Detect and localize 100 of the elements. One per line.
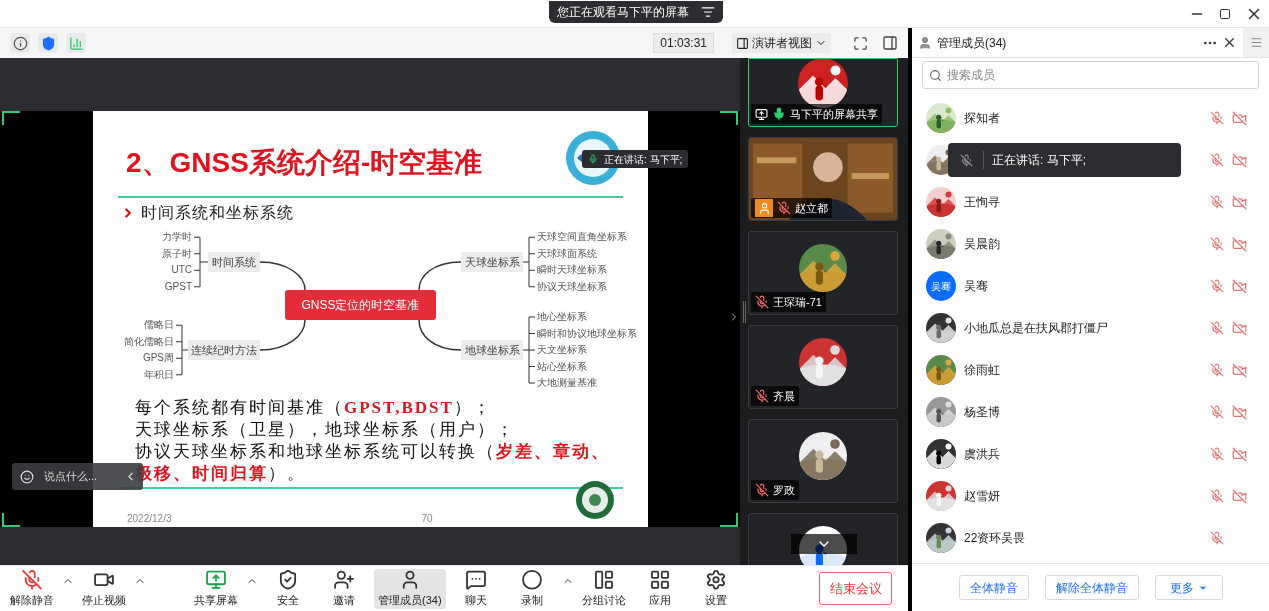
slide-bullet: 时间系统和坐标系统 — [141, 202, 294, 224]
shield-icon — [277, 568, 299, 590]
toolbar-button[interactable]: 邀请 — [318, 568, 370, 609]
slide-number: 70 — [421, 512, 433, 526]
participant-label: 齐晨 — [751, 386, 799, 406]
emoji-icon — [20, 469, 34, 484]
add-user-icon — [333, 568, 355, 590]
end-meeting-button[interactable]: 结束会议 — [819, 572, 892, 605]
maximize-icon[interactable] — [1219, 8, 1231, 20]
search-field[interactable]: 搜索成员 — [922, 61, 1259, 89]
toolbar-button[interactable]: 共享屏幕 — [190, 568, 242, 609]
fullscreen-icon[interactable] — [853, 35, 868, 51]
toolbar-button[interactable]: 分组讨论 — [577, 568, 630, 609]
mind-map-leaf: 简化儒略日 — [124, 335, 174, 348]
mind-map-leaf: 原子时 — [162, 247, 192, 260]
toolbar-button[interactable]: 录制 — [505, 568, 558, 609]
side-panel-icon[interactable] — [882, 35, 898, 51]
mind-map-leaf: GPST — [164, 280, 192, 293]
search-icon — [929, 69, 942, 82]
screen-share-icon — [755, 107, 768, 121]
frame-corner — [2, 111, 20, 125]
info-button[interactable] — [10, 33, 30, 53]
chat-input[interactable]: 说点什么... — [12, 463, 143, 490]
mind-map-leaf: 天球空间直角坐标系 — [537, 231, 627, 244]
panel-title: 管理成员(34) — [937, 34, 1007, 52]
frame-corner — [2, 513, 20, 527]
menu-icon — [1249, 36, 1263, 49]
mind-map-leaf: 儒略日 — [144, 319, 174, 332]
panel-button[interactable]: 解除全体静音 — [1044, 575, 1139, 600]
video-tile[interactable]: 马下平的屏幕共享 — [748, 58, 898, 127]
meeting-timer: 01:03:31 — [653, 33, 714, 53]
list-icon[interactable] — [701, 5, 715, 19]
toolbar-button[interactable]: 解除静音 — [6, 568, 58, 609]
mind-map-leaf: 地心坐标系 — [537, 311, 587, 323]
toolbar-button[interactable]: 停止视频 — [78, 568, 130, 609]
mind-map-node: 连续纪时方法 — [188, 340, 260, 360]
video-tile[interactable]: 王琛瑞-71 — [748, 231, 898, 315]
member-name: 吴晨韵 — [964, 236, 1000, 253]
member-name: 吴骞 — [964, 278, 988, 295]
member-name: 小地瓜总是在扶风郡打僵尸 — [964, 320, 1108, 337]
participant-label: 马下平的屏幕共享 — [751, 104, 882, 124]
member-name: 探知者 — [964, 110, 1000, 127]
view-mode-dropdown[interactable]: 演讲者视图 — [732, 33, 831, 53]
mic-icon — [588, 154, 598, 164]
close-icon[interactable] — [1222, 35, 1237, 50]
banner-text: 您正在观看马下平的屏幕 — [557, 4, 689, 21]
settings-icon — [704, 568, 727, 590]
mind-map-leaf: 大地测量基准 — [537, 377, 597, 389]
member-name: 赵雪妍 — [964, 488, 1000, 505]
toolbar-button[interactable]: 安全 — [262, 568, 314, 609]
speaking-toast: 正在讲话: 马下平; — [948, 143, 1181, 177]
mind-map-node: 天球坐标系 — [461, 252, 523, 272]
video-tile[interactable] — [748, 513, 898, 565]
chat-icon — [464, 568, 487, 590]
mind-map-leaf: 站心坐标系 — [537, 360, 587, 373]
mind-map-leaf: UTC — [171, 264, 192, 277]
mind-map-leaf: 瞬时和协议地球坐标系 — [537, 327, 637, 340]
mind-map-node: 时间系统 — [208, 252, 260, 272]
mind-map-leaf: 协议天球坐标系 — [537, 280, 607, 293]
slide-paragraph: 天球坐标系（卫星），地球坐标系（用户）； — [135, 419, 516, 441]
screen-share-icon — [205, 568, 227, 590]
frame-corner — [720, 513, 738, 527]
toolbar-button[interactable]: 聊天 — [449, 568, 502, 609]
slide-paragraph: 每个系统都有时间基准（GPST,BDST）； — [135, 397, 493, 419]
mind-map-leaf: GPS周 — [142, 352, 174, 365]
member-name: 杨圣博 — [964, 404, 1000, 421]
mind-map-node: 地球坐标系 — [461, 340, 523, 360]
blocks-icon — [592, 568, 615, 590]
mind-map-leaf: 瞬时天球坐标系 — [537, 264, 607, 277]
mind-map-leaf: 天球球面系统 — [537, 247, 597, 260]
toolbar-button[interactable]: 设置 — [689, 568, 742, 609]
mind-map-leaf: 力学时 — [162, 231, 192, 244]
muted-mic-icon — [960, 153, 973, 167]
panel-button[interactable]: 更多 — [1154, 575, 1223, 600]
slide-title: 2、GNSS系统介绍-时空基准 — [126, 146, 483, 180]
scroll-down-button[interactable] — [791, 534, 857, 554]
record-icon — [520, 568, 543, 590]
video-tile[interactable]: 罗政 — [748, 419, 898, 503]
avatar: 吴骞 — [926, 271, 956, 301]
speaking-indicator: 正在讲话: 马下平; — [582, 150, 689, 168]
muted-mic-icon — [21, 568, 43, 590]
panel-button[interactable]: 全体静音 — [958, 575, 1029, 600]
apps-icon — [648, 568, 671, 590]
member-name: 王恂寻 — [964, 194, 1000, 211]
participant-label: 王琛瑞-71 — [751, 292, 826, 312]
layout-icon — [736, 36, 749, 50]
mind-map-leaf: 年积日 — [144, 368, 174, 381]
security-button[interactable] — [38, 33, 58, 53]
video-tile[interactable]: 齐晨 — [748, 325, 898, 409]
splitter-handle[interactable] — [742, 300, 746, 323]
member-name: 徐雨虹 — [964, 362, 1000, 379]
toolbar-button[interactable]: 应用 — [633, 568, 686, 609]
mind-map-center: GNSS定位的时空基准 — [285, 290, 436, 320]
video-tile[interactable]: 赵立都 — [748, 137, 898, 221]
slide-date: 2022/12/3 — [127, 512, 172, 526]
toolbar-button[interactable]: 管理成员(34) — [374, 568, 446, 609]
user-icon — [918, 35, 932, 50]
participant-label: 罗政 — [751, 480, 799, 500]
participant-label: 赵立都 — [751, 198, 832, 218]
emblem-icon — [575, 480, 615, 520]
